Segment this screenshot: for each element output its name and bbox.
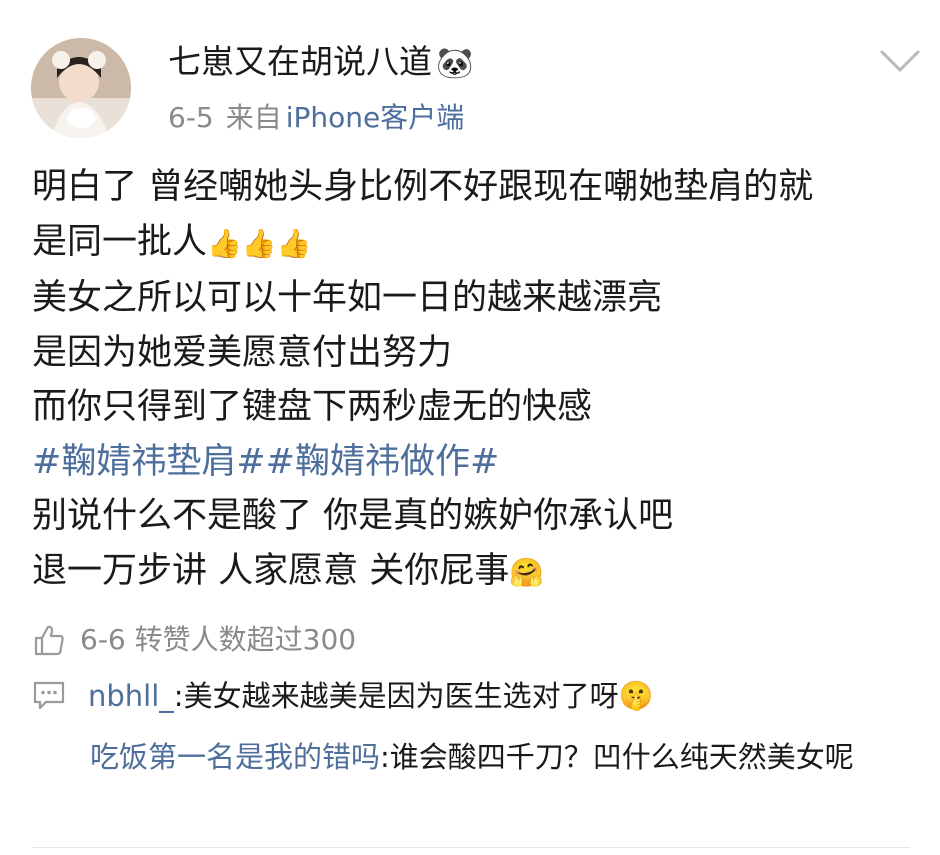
comment-item: nbhll_:美女越来越美是因为医生选对了呀🤫 bbox=[32, 672, 653, 716]
from-label: 来自 bbox=[225, 101, 282, 134]
thumbs-up-icon[interactable] bbox=[32, 623, 66, 657]
comment-username[interactable]: 吃饭第一名是我的错吗 bbox=[90, 740, 380, 774]
username-text[interactable]: 七崽又在胡说八道 bbox=[168, 42, 432, 81]
like-summary: 6-6 转赞人数超过300 bbox=[80, 623, 357, 656]
post-meta: 6-5 来自 iPhone客户端 bbox=[168, 100, 464, 136]
post-line: 别说什么不是酸了 你是真的嫉妒你承认吧 bbox=[32, 496, 674, 536]
post-line: 明白了 曾经嘲她头身比例不好跟现在嘲她垫肩的就 bbox=[32, 167, 814, 207]
username[interactable]: 七崽又在胡说八道 🐼 bbox=[168, 42, 473, 84]
panda-icon: 🐼 bbox=[436, 46, 474, 81]
hashtag-link[interactable]: #鞠婧祎垫肩##鞠婧祎做作# bbox=[32, 435, 922, 490]
divider bbox=[32, 847, 910, 848]
comment-item: 吃饭第一名是我的错吗:谁会酸四千刀？凹什么纯天然美女呢 bbox=[90, 733, 920, 781]
post-date: 6-5 bbox=[168, 101, 214, 134]
post-body: 明白了 曾经嘲她头身比例不好跟现在嘲她垫肩的就 是同一批人👍👍👍 美女之所以可以… bbox=[32, 160, 922, 600]
source-link[interactable]: iPhone客户端 bbox=[286, 101, 465, 134]
post-line: 是因为她爱美愿意付出努力 bbox=[32, 332, 453, 373]
avatar-image bbox=[31, 38, 131, 138]
avatar[interactable] bbox=[31, 38, 131, 138]
like-row[interactable]: 6-6 转赞人数超过300 bbox=[32, 618, 356, 660]
comment-text: :谁会酸四千刀？凹什么纯天然美女呢 bbox=[380, 740, 854, 774]
hug-emoji-icon: 🤗 bbox=[509, 555, 545, 589]
post-line: 美女之所以可以十年如一日的越来越漂亮 bbox=[32, 278, 663, 318]
shush-emoji-icon: 🤫 bbox=[618, 679, 654, 712]
post-line: 退一万步讲 人家愿意 关你屁事🤗 bbox=[32, 544, 922, 601]
comment-username[interactable]: nbhll_ bbox=[88, 679, 174, 713]
thumbs-up-emoji-icon: 👍👍👍 bbox=[207, 226, 312, 260]
post-line: 而你只得到了键盘下两秒虚无的快感 bbox=[32, 387, 593, 427]
chevron-down-icon[interactable] bbox=[876, 44, 924, 80]
comment-icon[interactable] bbox=[32, 680, 66, 712]
post-line: 是同一批人👍👍👍 bbox=[32, 215, 922, 272]
post-line-text: 是同一批人 bbox=[32, 221, 208, 262]
post-line-text: 退一万步讲 人家愿意 关你屁事 bbox=[32, 550, 510, 591]
comment-text: :美女越来越美是因为医生选对了呀 bbox=[173, 679, 619, 713]
